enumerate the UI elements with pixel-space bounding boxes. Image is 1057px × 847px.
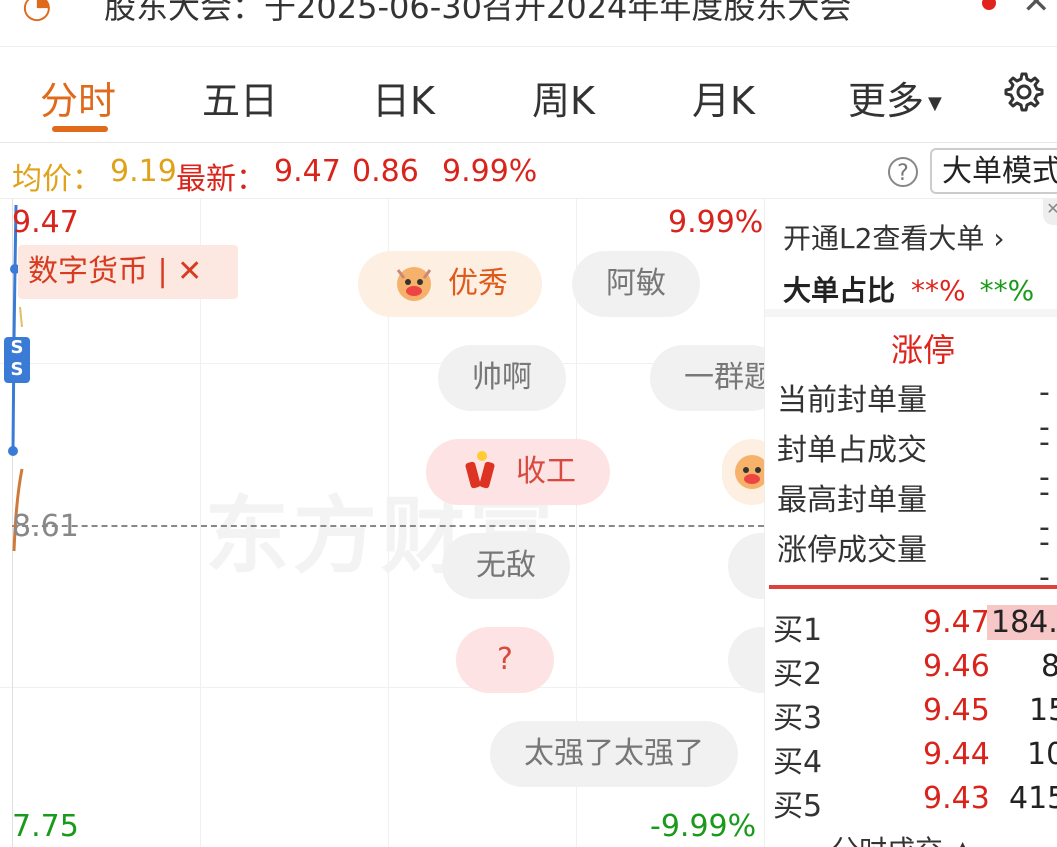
open-l2-link[interactable]: 开通L2查看大单 ›	[783, 217, 1005, 257]
danmu-bubble[interactable]: 太强了太强了	[490, 721, 738, 787]
danmu-text: 优秀	[448, 266, 508, 301]
big-order-red-value: **%	[911, 274, 966, 307]
stock-logo-icon: ◔	[22, 0, 52, 26]
y-prev-close-label: 8.61	[12, 509, 79, 544]
tab-monthly-k[interactable]: 月K	[692, 70, 755, 125]
tab-more[interactable]: 更多 ▼	[848, 70, 942, 125]
order-price: 9.43	[923, 781, 990, 816]
y-min-label: 7.75	[12, 809, 79, 844]
tab-more-label: 更多	[848, 79, 925, 123]
latest-price-value: 9.47	[274, 154, 341, 189]
danmu-bubble[interactable]	[728, 533, 764, 599]
grid-line	[0, 687, 764, 688]
big-order-mode-button[interactable]: 大单模式	[930, 148, 1057, 194]
top-bar: ◔ 股东大会：于2025-06-30召开2024年年度股东大会 ✕	[0, 0, 1057, 47]
pct-max-label: 9.99%	[668, 205, 764, 240]
firecracker-icon	[465, 450, 495, 488]
pct-min-label: -9.99%	[650, 809, 757, 844]
order-level: 买4	[773, 745, 823, 780]
close-icon[interactable]: ✕	[1022, 0, 1051, 22]
close-icon[interactable]: ✕	[1043, 199, 1057, 225]
order-level: 买3	[773, 701, 823, 736]
order-level: 买2	[773, 657, 823, 692]
avg-price-value: 9.19	[110, 154, 177, 189]
latest-price-label: 最新：	[176, 162, 266, 197]
order-price: 9.46	[923, 649, 990, 684]
big-order-label: 大单占比	[783, 274, 896, 307]
order-price: 9.45	[923, 693, 990, 728]
order-book-row[interactable]: 买4 9.44 108	[773, 737, 1057, 780]
stat-label: 最高封单量	[777, 483, 927, 518]
stat-label: 涨停成交量	[777, 533, 927, 568]
danmu-text: 收工	[516, 454, 576, 489]
danmu-bubble[interactable]: 一群题	[650, 345, 764, 411]
danmu-text: 帅啊	[472, 360, 532, 395]
divider	[769, 585, 1057, 589]
order-volume: 184.17	[987, 605, 1057, 640]
danmu-text: 无敌	[476, 548, 536, 583]
danmu-text: 太强了太强了	[524, 736, 704, 771]
order-price: 9.47	[923, 605, 990, 640]
danmu-bubble[interactable]	[722, 439, 764, 505]
big-order-green-value: **%	[979, 274, 1035, 307]
danmu-bubble[interactable]: 优秀	[358, 251, 542, 317]
stat-label: 封单占成交	[777, 433, 927, 468]
announcement-title[interactable]: 股东大会：于2025-06-30召开2024年年度股东大会	[104, 0, 851, 28]
side-panel: 开通L2查看大单 › ✕ 大单占比**%**% 涨停 当前封单量 -- 封单占成…	[764, 199, 1057, 847]
big-order-ratio: 大单占比 **% **%	[783, 269, 1034, 309]
order-volume: 4153	[1009, 781, 1057, 816]
order-price: 9.44	[923, 737, 990, 772]
limit-up-title: 涨停	[891, 331, 956, 369]
tab-daily-k[interactable]: 日K	[372, 70, 435, 125]
order-level: 买1	[773, 613, 823, 648]
order-book-row[interactable]: 买3 9.45 159	[773, 693, 1057, 736]
avg-price-label: 均价：	[12, 162, 102, 197]
cow-emoji-icon	[396, 266, 432, 301]
price-change: 0.86	[352, 154, 419, 189]
stat-label: 当前封单量	[777, 383, 927, 418]
danmu-bubble[interactable]	[728, 627, 764, 693]
danmu-text: ?	[497, 642, 513, 677]
order-book-row[interactable]: 买5 9.43 4153	[773, 781, 1057, 824]
price-change-pct: 9.99%	[442, 154, 538, 189]
order-book-row[interactable]: 买2 9.46 80	[773, 649, 1057, 692]
intraday-chart[interactable]: 东方财富 SS 9.47 8.61 7.75 9.99% -9.99% 数字货币…	[0, 199, 764, 847]
fenshi-trades-toggle[interactable]: 分时成交 ▲	[831, 829, 973, 847]
order-volume: 80	[1041, 649, 1057, 684]
tab-five-day[interactable]: 五日	[202, 70, 278, 125]
gear-icon[interactable]	[998, 68, 1046, 116]
danmu-bubble[interactable]: 收工	[426, 439, 610, 505]
order-level: 买5	[773, 789, 823, 824]
signal-s-icon[interactable]: SS	[4, 337, 30, 383]
tab-fenshi[interactable]: 分时	[40, 70, 116, 125]
help-icon[interactable]: ?	[888, 157, 918, 187]
danmu-text: 阿敏	[606, 266, 666, 301]
cow-emoji-icon	[735, 454, 764, 489]
concept-tag[interactable]: 数字货币 | ✕	[18, 245, 238, 299]
notification-dot	[982, 0, 996, 10]
danmu-bubble[interactable]: 帅啊	[438, 345, 566, 411]
y-max-label: 9.47	[12, 205, 79, 240]
danmu-bubble[interactable]: 无敌	[442, 533, 570, 599]
divider	[765, 309, 1057, 317]
tab-weekly-k[interactable]: 周K	[532, 70, 595, 125]
order-volume: 108	[1027, 737, 1057, 772]
danmu-text: 一群题	[684, 360, 764, 395]
chart-period-tabs: 分时 五日 日K 周K 月K 更多 ▼	[0, 46, 1057, 143]
prev-close-line	[12, 525, 764, 527]
order-volume: 159	[1029, 693, 1057, 728]
chevron-down-icon: ▼	[928, 93, 942, 114]
danmu-bubble[interactable]: ?	[456, 627, 554, 693]
active-tab-indicator	[52, 126, 108, 132]
grid-line	[0, 363, 764, 364]
danmu-bubble[interactable]: 阿敏	[572, 251, 700, 317]
order-book-row[interactable]: 买1 9.47 184.17	[773, 605, 1057, 648]
